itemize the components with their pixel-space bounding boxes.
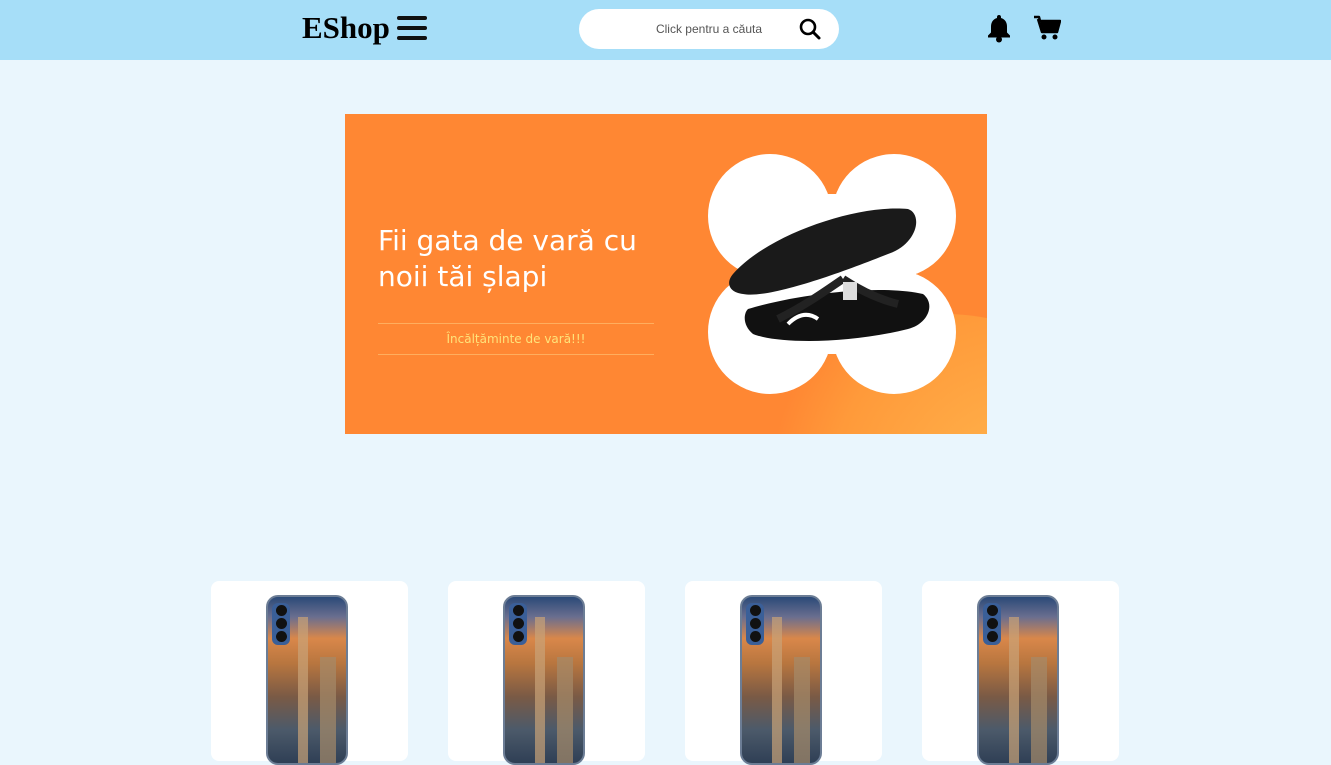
bell-icon[interactable] xyxy=(986,13,1012,43)
divider xyxy=(378,354,654,355)
product-card[interactable] xyxy=(685,581,882,765)
logo[interactable]: EShop xyxy=(302,10,390,46)
top-navbar: EShop xyxy=(0,0,1331,60)
product-card[interactable] xyxy=(448,581,645,765)
search-input[interactable] xyxy=(619,9,799,49)
promo-banner[interactable]: Fii gata de vară cu noii tăi șlapi Încăl… xyxy=(345,114,987,434)
cart-icon[interactable] xyxy=(1033,14,1061,42)
search-bar xyxy=(579,9,839,49)
banner-subtitle: Încălțăminte de vară!!! xyxy=(446,332,586,346)
flip-flop-image xyxy=(708,154,956,394)
product-image xyxy=(503,595,585,765)
menu-icon[interactable] xyxy=(397,16,427,40)
product-image xyxy=(740,595,822,765)
search-icon[interactable] xyxy=(798,17,822,41)
product-image xyxy=(977,595,1059,765)
product-card[interactable] xyxy=(211,581,408,765)
banner-headline: Fii gata de vară cu noii tăi șlapi xyxy=(378,224,637,293)
product-card[interactable] xyxy=(922,581,1119,765)
divider xyxy=(378,323,654,324)
product-image xyxy=(266,595,348,765)
